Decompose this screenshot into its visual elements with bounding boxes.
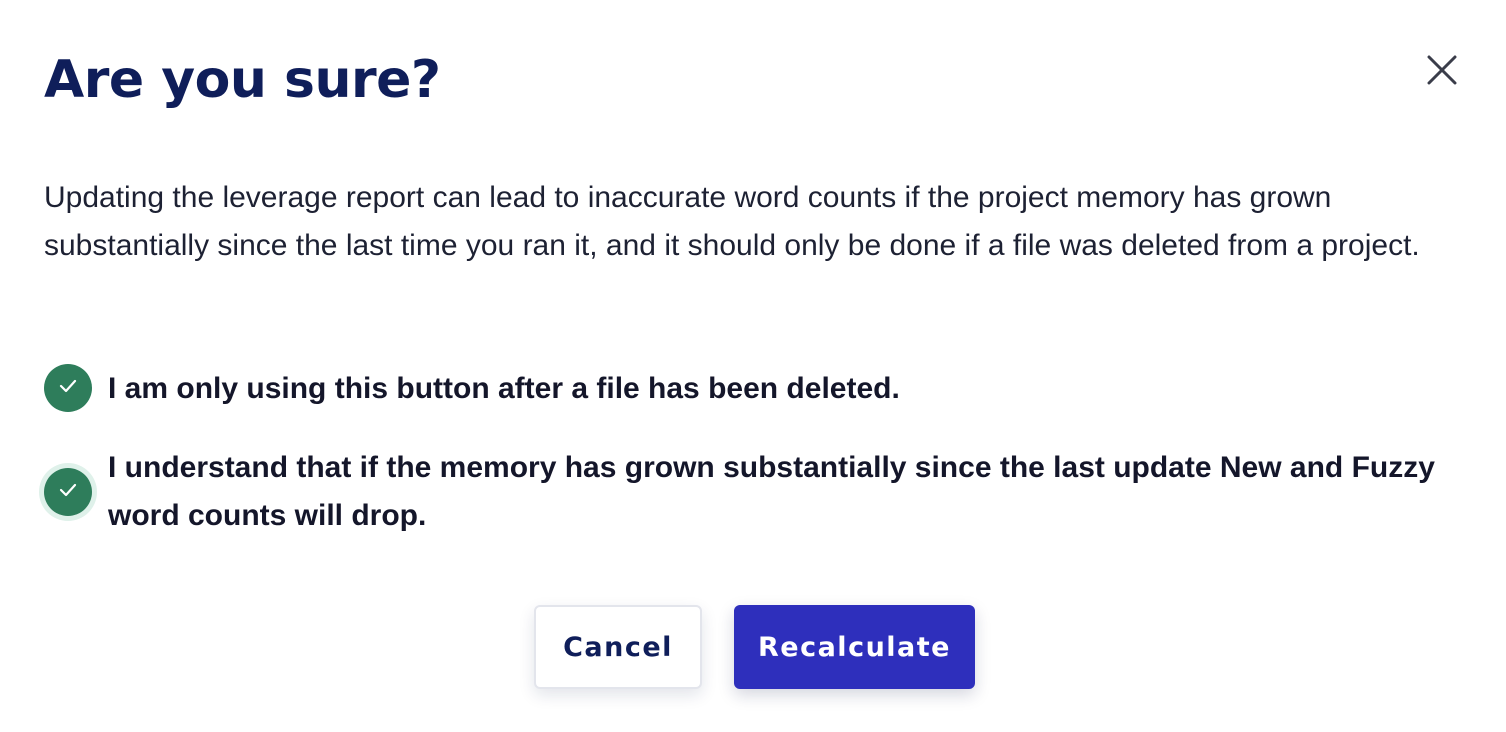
dialog-message: Updating the leverage report can lead to… [44, 181, 1420, 262]
check-icon [58, 482, 78, 503]
confirmation-dialog: Are you sure? Updating the leverage repo… [0, 0, 1506, 732]
recalculate-button[interactable]: Recalculate [734, 605, 975, 689]
confirmation-item-file-deleted: I am only using this button after a file… [44, 364, 900, 413]
confirmation-label-counts-drop: I understand that if the memory has grow… [108, 451, 1435, 532]
confirmation-item-counts-drop: I understand that if the memory has grow… [44, 444, 1458, 540]
dialog-actions: Cancel Recalculate [534, 605, 975, 689]
dialog-title: Are you sure? [44, 50, 441, 110]
confirmation-label-file-deleted: I am only using this button after a file… [108, 372, 900, 405]
confirmation-checkbox-file-deleted[interactable] [44, 364, 92, 412]
close-button[interactable] [1420, 48, 1464, 92]
confirmation-checkbox-counts-drop[interactable] [44, 468, 92, 516]
cancel-button[interactable]: Cancel [534, 605, 702, 689]
check-icon [58, 378, 78, 399]
close-icon [1427, 55, 1457, 85]
